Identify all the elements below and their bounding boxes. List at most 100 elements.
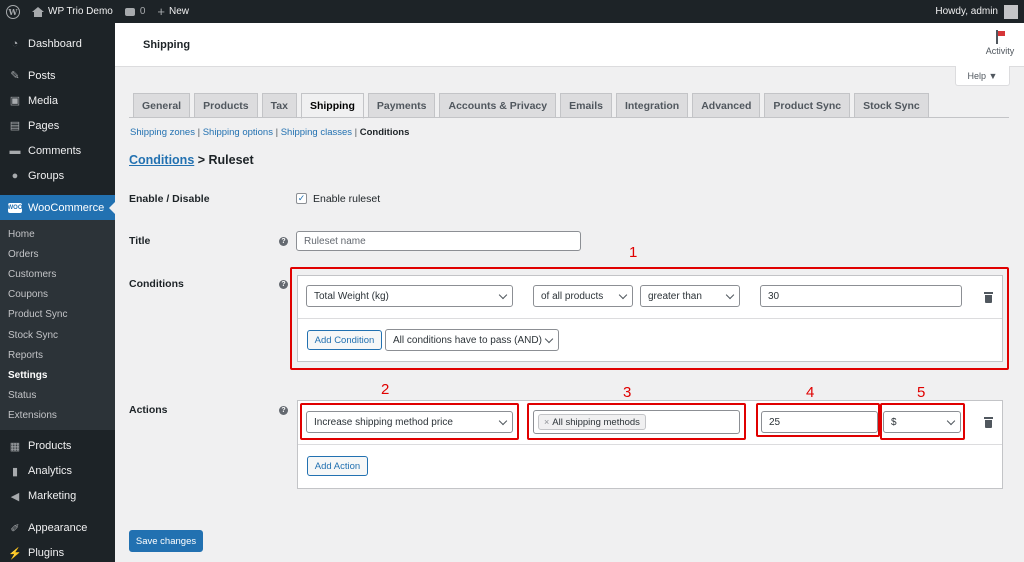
- woocommerce-submenu: Home Orders Customers Coupons Product Sy…: [0, 220, 115, 430]
- title-label: Title: [129, 235, 151, 247]
- breadcrumb-current: > Ruleset: [194, 153, 254, 167]
- tab-stock-sync[interactable]: Stock Sync: [854, 93, 929, 118]
- submenu-item-coupons[interactable]: Coupons: [0, 285, 115, 305]
- tab-products[interactable]: Products: [194, 93, 258, 118]
- ruleset-name-input[interactable]: Ruleset name: [296, 231, 581, 251]
- annotation-box-5: [880, 403, 965, 440]
- admin-sidebar: ◔ Dashboard ✎ Posts ▣ Media ▤ Pages ▬ Comment…: [0, 23, 115, 562]
- tab-integration[interactable]: Integration: [615, 93, 689, 118]
- sidebar-item-label: WooCommerce: [28, 201, 105, 214]
- sidebar-item-pages[interactable]: ▤ Pages: [0, 113, 115, 138]
- media-icon: ▣: [9, 95, 21, 107]
- activity-label: Activity: [985, 46, 1015, 56]
- submenu-item-customers[interactable]: Customers: [0, 264, 115, 284]
- sidebar-item-groups[interactable]: ● Groups: [0, 163, 115, 188]
- help-button[interactable]: Help ▼: [955, 66, 1010, 86]
- sidebar-item-products[interactable]: ▦ Products: [0, 434, 115, 459]
- flag-icon: [994, 30, 1006, 44]
- link-shipping-zones[interactable]: Shipping zones: [130, 127, 195, 138]
- submenu-item-extensions[interactable]: Extensions: [0, 406, 115, 426]
- annotation-number-1: 1: [629, 244, 638, 261]
- tab-product-sync[interactable]: Product Sync: [764, 93, 851, 118]
- annotation-box-1: [290, 267, 1009, 370]
- submenu-item-orders[interactable]: Orders: [0, 244, 115, 264]
- admin-bar: W WP Trio Demo 0 + New Howdy, admin: [0, 0, 1024, 23]
- sidebar-item-label: Marketing: [28, 490, 77, 503]
- comments-menu[interactable]: 0: [119, 0, 152, 23]
- new-content-menu[interactable]: + New: [151, 0, 195, 23]
- sidebar-item-woocommerce[interactable]: WOO WooCommerce: [0, 195, 115, 220]
- tab-tax[interactable]: Tax: [261, 93, 297, 118]
- brush-icon: ✐: [10, 522, 20, 535]
- groups-icon: ●: [11, 169, 19, 182]
- tab-accounts-privacy[interactable]: Accounts & Privacy: [439, 93, 557, 118]
- submenu-item-stock-sync[interactable]: Stock Sync: [0, 325, 115, 345]
- products-icon: ▦: [9, 440, 21, 453]
- tab-payments[interactable]: Payments: [367, 93, 436, 118]
- submenu-item-home[interactable]: Home: [0, 224, 115, 244]
- annotation-box-3: [527, 403, 746, 440]
- avatar: [1004, 4, 1018, 19]
- separator: |: [352, 127, 360, 138]
- account-menu[interactable]: Howdy, admin: [935, 4, 1024, 19]
- tab-advanced[interactable]: Advanced: [692, 93, 761, 118]
- link-shipping-classes[interactable]: Shipping classes: [281, 127, 352, 138]
- save-changes-button[interactable]: Save changes: [129, 530, 203, 552]
- separator: |: [194, 127, 203, 138]
- site-name-menu[interactable]: WP Trio Demo: [26, 0, 119, 23]
- submenu-item-settings[interactable]: Settings: [0, 365, 115, 385]
- link-shipping-options[interactable]: Shipping options: [203, 127, 273, 138]
- wp-logo-menu[interactable]: W: [0, 0, 26, 23]
- help-question-icon[interactable]: ?: [279, 237, 288, 246]
- sidebar-item-label: Groups: [28, 169, 65, 182]
- site-name: WP Trio Demo: [48, 6, 113, 17]
- howdy-text: Howdy, admin: [935, 6, 998, 17]
- pin-icon: ✎: [10, 70, 20, 82]
- sidebar-item-plugins[interactable]: ⚡ Plugins: [0, 541, 115, 562]
- enable-ruleset-checkbox[interactable]: ✓: [296, 193, 307, 204]
- sidebar-item-analytics[interactable]: ▮ Analytics: [0, 459, 115, 484]
- comments-count: 0: [139, 6, 146, 17]
- sidebar-item-appearance[interactable]: ✐ Appearance: [0, 516, 115, 541]
- woocommerce-header: Shipping Activity: [115, 23, 1024, 67]
- submenu-item-reports[interactable]: Reports: [0, 345, 115, 365]
- breadcrumb-conditions-link[interactable]: Conditions: [129, 153, 194, 167]
- shipping-sections-nav: Shipping zones | Shipping options | Ship…: [130, 127, 409, 138]
- sidebar-item-comments[interactable]: ▬ Comments: [0, 138, 115, 163]
- breadcrumb: Conditions > Ruleset: [129, 153, 254, 167]
- settings-tabs: General Products Tax Shipping Payments A…: [133, 93, 933, 119]
- annotation-number-4: 4: [806, 384, 815, 401]
- enable-ruleset-label[interactable]: Enable ruleset: [313, 193, 380, 205]
- home-icon: [32, 6, 44, 17]
- new-label: New: [169, 6, 190, 17]
- tab-divider: [129, 117, 1009, 118]
- help-question-icon[interactable]: ?: [279, 280, 288, 289]
- add-action-button[interactable]: Add Action: [307, 456, 368, 476]
- annotation-box-4: [756, 403, 880, 437]
- sidebar-item-label: Media: [28, 94, 58, 107]
- annotation-box-2: [300, 403, 519, 440]
- activity-button[interactable]: Activity: [982, 30, 1018, 56]
- submenu-item-status[interactable]: Status: [0, 386, 115, 406]
- help-question-icon[interactable]: ?: [279, 406, 288, 415]
- sidebar-item-label: Posts: [28, 69, 56, 82]
- submenu-item-product-sync[interactable]: Product Sync: [0, 305, 115, 325]
- sidebar-item-marketing[interactable]: ◀ Marketing: [0, 484, 115, 509]
- tab-general[interactable]: General: [133, 93, 191, 118]
- tab-emails[interactable]: Emails: [560, 93, 612, 118]
- plus-icon: +: [157, 4, 165, 19]
- sidebar-item-label: Analytics: [28, 465, 73, 478]
- enable-label: Enable / Disable: [129, 193, 210, 205]
- comment-bubble-icon: [124, 7, 135, 16]
- annotation-number-5: 5: [917, 384, 926, 401]
- sidebar-item-posts[interactable]: ✎ Posts: [0, 63, 115, 88]
- annotation-number-3: 3: [623, 384, 632, 401]
- sidebar-item-dashboard[interactable]: ◔ Dashboard: [0, 31, 115, 56]
- sidebar-item-media[interactable]: ▣ Media: [0, 88, 115, 113]
- sidebar-item-label: Products: [28, 440, 72, 453]
- separator: |: [272, 127, 281, 138]
- trash-icon[interactable]: [984, 417, 993, 428]
- megaphone-icon: ◀: [10, 490, 20, 503]
- actions-label: Actions: [129, 404, 168, 416]
- tab-shipping[interactable]: Shipping: [300, 93, 364, 119]
